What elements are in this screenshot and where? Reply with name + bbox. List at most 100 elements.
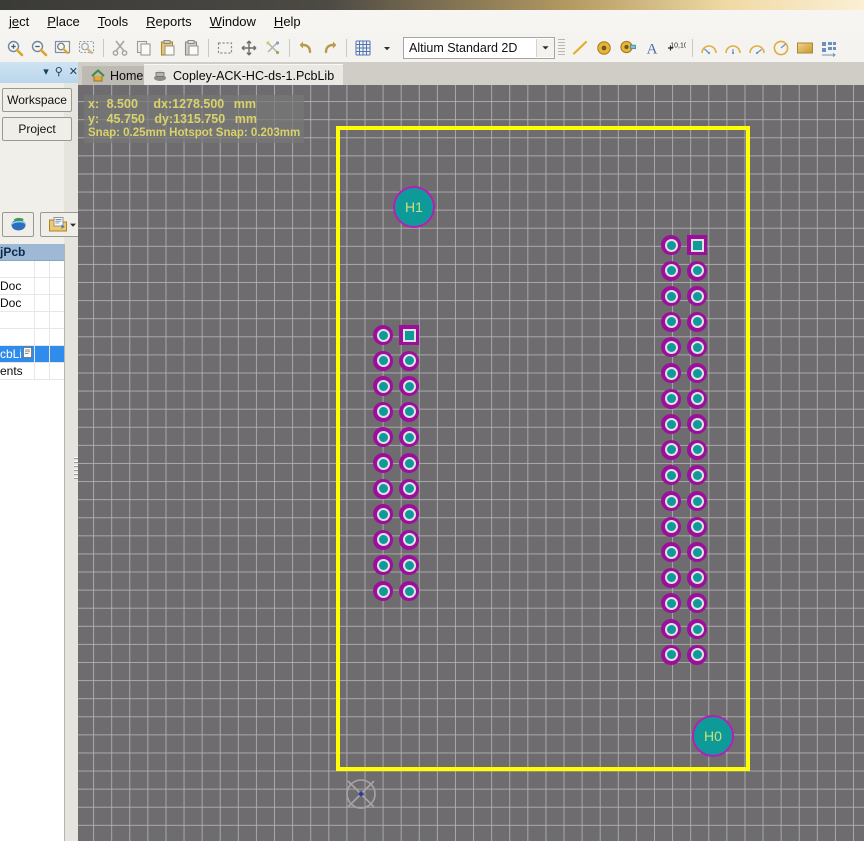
pad[interactable] [661, 593, 681, 613]
svg-text:10,10: 10,10 [670, 42, 686, 49]
paste-special-icon[interactable] [180, 36, 204, 59]
full-circle-icon[interactable] [769, 36, 793, 59]
grid-icon[interactable] [351, 36, 375, 59]
chevron-down-icon[interactable]: ▾ [43, 67, 49, 78]
project-tree-row[interactable]: Doc [0, 295, 64, 312]
menu-item-help[interactable]: Help [265, 12, 310, 31]
zoom-out-icon[interactable] [27, 36, 51, 59]
pad[interactable] [661, 645, 681, 665]
project-tree-row[interactable] [0, 261, 64, 278]
mount-hole-h0[interactable]: H0 [692, 715, 734, 757]
redo-icon[interactable] [318, 36, 342, 59]
pcb-canvas[interactable]: H1 H0 [78, 85, 864, 841]
pad[interactable] [687, 440, 707, 460]
pad[interactable] [661, 465, 681, 485]
tab-home[interactable]: Home [82, 66, 152, 85]
close-icon[interactable]: ✕ [69, 67, 78, 78]
pad[interactable] [687, 619, 707, 639]
pin-icon[interactable]: ⚲ [55, 67, 63, 78]
pad[interactable] [687, 414, 707, 434]
pad[interactable] [687, 517, 707, 537]
arc-center-icon[interactable] [697, 36, 721, 59]
right-connector [78, 85, 864, 841]
project-tree-cell [49, 278, 64, 294]
pad[interactable] [687, 261, 707, 281]
pad[interactable] [661, 517, 681, 537]
string-icon[interactable]: A [640, 36, 664, 59]
pad-icon[interactable] [592, 36, 616, 59]
paste-icon[interactable] [156, 36, 180, 59]
pad[interactable] [661, 542, 681, 562]
component-icon[interactable] [817, 36, 841, 59]
pad[interactable] [661, 337, 681, 357]
copy-icon[interactable] [132, 36, 156, 59]
cut-icon[interactable] [108, 36, 132, 59]
mount-hole-h1[interactable]: H1 [393, 186, 435, 228]
tab-copley-pcblib[interactable]: Copley-ACK-HC-ds-1.PcbLib [144, 64, 343, 86]
pad[interactable] [661, 363, 681, 383]
menu-item-ject[interactable]: ject [0, 12, 38, 31]
pad[interactable] [687, 593, 707, 613]
configure-icon[interactable] [2, 212, 34, 237]
pad[interactable] [687, 491, 707, 511]
pad[interactable] [687, 465, 707, 485]
line-icon[interactable] [568, 36, 592, 59]
pad[interactable] [687, 286, 707, 306]
chevron-down-icon[interactable] [536, 39, 554, 57]
project-button[interactable]: Project [2, 117, 72, 141]
pad-copper [667, 420, 676, 429]
menu-item-window[interactable]: Window [201, 12, 265, 31]
pad[interactable] [661, 491, 681, 511]
arc-edge-icon[interactable] [721, 36, 745, 59]
document-tab-bar: Home Copley-ACK-HC-ds-1.PcbLib [78, 62, 864, 85]
undo-icon[interactable] [294, 36, 318, 59]
via-icon[interactable] [616, 36, 640, 59]
pad[interactable] [687, 337, 707, 357]
pad[interactable] [687, 568, 707, 588]
overlay-dy-label: dy:1315.750 [154, 112, 225, 127]
grid-dropdown-icon[interactable] [375, 36, 399, 59]
zoom-area-icon[interactable] [51, 36, 75, 59]
overlay-dy-unit: mm [235, 112, 257, 127]
project-tree-cell [34, 278, 49, 294]
pad[interactable] [687, 389, 707, 409]
select-area-icon[interactable] [213, 36, 237, 59]
pad[interactable] [687, 542, 707, 562]
project-tree-row[interactable]: Doc [0, 278, 64, 295]
toolbar-grip[interactable] [558, 39, 565, 57]
pad[interactable] [661, 312, 681, 332]
project-tree-row[interactable]: ents [0, 363, 64, 380]
project-tree[interactable]: jPcbDocDoccbLibents [0, 244, 65, 405]
menu-item-place[interactable]: Place [38, 12, 89, 31]
project-tree-cell [49, 295, 64, 311]
pad[interactable] [661, 389, 681, 409]
pad-pin1[interactable] [687, 235, 707, 255]
arc-any-angle-icon[interactable] [745, 36, 769, 59]
zoom-selected-icon[interactable] [75, 36, 99, 59]
pad[interactable] [687, 363, 707, 383]
toolbar-separator [208, 39, 209, 57]
deselect-all-icon[interactable] [261, 36, 285, 59]
move-icon[interactable] [237, 36, 261, 59]
fill-icon[interactable] [793, 36, 817, 59]
pad[interactable] [661, 261, 681, 281]
menu-item-reports[interactable]: Reports [137, 12, 201, 31]
pad[interactable] [661, 286, 681, 306]
pad[interactable] [687, 312, 707, 332]
projects-dock-panel: ▾ ⚲ ✕ Workspace Project jPcbDocDoccbLibe… [0, 62, 78, 841]
zoom-in-icon[interactable] [3, 36, 27, 59]
pad-copper [667, 625, 676, 634]
pad[interactable] [661, 235, 681, 255]
workspace-button[interactable]: Workspace [2, 88, 72, 112]
project-tree-row[interactable] [0, 312, 64, 329]
pad[interactable] [687, 645, 707, 665]
coordinate-icon[interactable]: 10,10 [664, 36, 688, 59]
project-tree-row[interactable]: cbLib [0, 346, 64, 363]
pad[interactable] [661, 568, 681, 588]
project-tree-row[interactable] [0, 329, 64, 346]
menu-item-tools[interactable]: Tools [89, 12, 137, 31]
pad[interactable] [661, 440, 681, 460]
view-configuration-select[interactable]: Altium Standard 2D [403, 37, 555, 59]
pad[interactable] [661, 414, 681, 434]
pad[interactable] [661, 619, 681, 639]
